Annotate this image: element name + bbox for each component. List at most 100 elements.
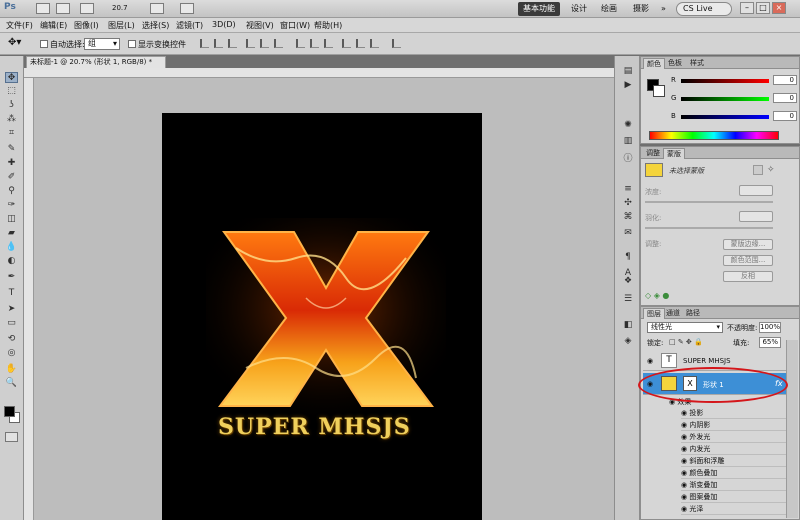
menu-edit[interactable]: 编辑(E)	[40, 20, 67, 31]
blue-value[interactable]: 0	[773, 111, 797, 121]
cs-live-button[interactable]: CS Live	[676, 2, 732, 16]
type-icon[interactable]: T	[5, 288, 18, 299]
tab-paths[interactable]: 路径	[683, 308, 703, 319]
quick-select-icon[interactable]: ⁂	[5, 114, 18, 125]
menu-select[interactable]: 选择(S)	[142, 20, 169, 31]
effect-color-overlay[interactable]: ◉ 颜色叠加	[681, 468, 787, 479]
foreground-color-swatch[interactable]	[4, 406, 15, 417]
menu-file[interactable]: 文件(F)	[6, 20, 33, 31]
mask-thumbnail[interactable]	[645, 163, 663, 177]
effect-drop-shadow[interactable]: ◉ 投影	[681, 408, 787, 419]
pixel-mask-icon[interactable]	[753, 165, 763, 175]
layer-comps-icon[interactable]: ◧	[622, 320, 634, 330]
effect-bevel-emboss[interactable]: ◉ 斜面和浮雕	[681, 456, 787, 467]
distribute-top-icon[interactable]	[296, 39, 305, 48]
paragraph-icon[interactable]: ¶	[622, 252, 634, 262]
distribute-left-icon[interactable]	[342, 39, 351, 48]
zoom-level[interactable]: 20.7	[112, 4, 128, 12]
lock-icons[interactable]: □ ✎ ✥ 🔒	[669, 338, 703, 346]
effect-outer-glow[interactable]: ◉ 外发光	[681, 432, 787, 443]
measurement-icon[interactable]: ◈	[622, 336, 634, 346]
maximize-button[interactable]: □	[756, 2, 770, 14]
history-brush-icon[interactable]: ✑	[5, 200, 18, 211]
move-tool-preset-icon[interactable]: ✥▾	[8, 37, 21, 48]
feather-field[interactable]	[739, 211, 773, 222]
effect-pattern-overlay[interactable]: ◉ 图案叠加	[681, 492, 787, 503]
menu-help[interactable]: 帮助(H)	[314, 20, 342, 31]
tab-adjustments[interactable]: 调整	[643, 148, 663, 159]
shape-icon[interactable]: ▭	[5, 318, 18, 329]
align-left-icon[interactable]	[246, 39, 255, 48]
healing-icon[interactable]: ✚	[5, 158, 18, 169]
blend-mode-dropdown[interactable]: 线性光 ▾	[647, 322, 723, 333]
auto-select-checkbox[interactable]	[40, 40, 48, 48]
auto-align-icon[interactable]	[392, 39, 401, 48]
density-slider[interactable]	[645, 201, 773, 203]
effect-inner-glow[interactable]: ◉ 内发光	[681, 444, 787, 455]
workspace-more[interactable]: »	[656, 2, 671, 16]
navigator-icon[interactable]: ✺	[622, 120, 634, 130]
notes-icon[interactable]: ✉	[622, 228, 634, 238]
show-transform-checkbox[interactable]	[128, 40, 136, 48]
density-field[interactable]	[739, 185, 773, 196]
blue-slider[interactable]	[681, 115, 769, 119]
tab-styles[interactable]: 样式	[687, 58, 707, 69]
effect-satin[interactable]: ◉ 光泽	[681, 504, 787, 515]
fill-field[interactable]: 65%	[759, 337, 781, 348]
effect-gradient-overlay[interactable]: ◉ 渐变叠加	[681, 480, 787, 491]
tab-layers[interactable]: 图层	[643, 308, 665, 319]
tab-color[interactable]: 颜色	[643, 58, 665, 69]
bridge-icon[interactable]	[36, 3, 50, 14]
vector-mask-icon[interactable]: ✧	[767, 165, 775, 175]
red-value[interactable]: 0	[773, 75, 797, 85]
document-tab[interactable]: 未标题-1 @ 20.7% (形状 1, RGB/8) *	[26, 56, 166, 68]
color-range-button[interactable]: 颜色范围...	[723, 255, 773, 266]
mask-edge-button[interactable]: 蒙版边缘...	[723, 239, 773, 250]
screen-mode-icon[interactable]	[180, 3, 194, 14]
brush-icon[interactable]: ✐	[5, 172, 18, 183]
3d-panel-icon[interactable]: ❖	[622, 276, 634, 286]
info-icon[interactable]: ⓘ	[622, 154, 634, 164]
green-value[interactable]: 0	[773, 93, 797, 103]
mask-footer-icons[interactable]: ◇ ◈ ●	[645, 291, 669, 300]
lasso-icon[interactable]: ʖ	[5, 100, 18, 111]
blur-icon[interactable]: 💧	[5, 242, 18, 253]
animation-icon[interactable]: ☰	[622, 294, 634, 304]
gradient-icon[interactable]: ▰	[5, 228, 18, 239]
opacity-field[interactable]: 100%	[759, 322, 781, 333]
actions-icon[interactable]: ▶	[622, 80, 634, 90]
move-icon[interactable]: ✥	[5, 72, 18, 83]
distribute-right-icon[interactable]	[370, 39, 379, 48]
tab-channels[interactable]: 通道	[663, 308, 683, 319]
brush-presets-icon[interactable]: ≡	[622, 184, 634, 194]
zoom-icon[interactable]: 🔍	[5, 378, 18, 389]
crop-icon[interactable]: ⌗	[5, 128, 18, 139]
menu-3d[interactable]: 3D(D)	[212, 20, 236, 29]
invert-button[interactable]: 反相	[723, 271, 773, 282]
close-button[interactable]: ×	[772, 2, 786, 14]
dodge-icon[interactable]: ◐	[5, 256, 18, 267]
histogram-icon[interactable]: ▥	[622, 136, 634, 146]
green-slider[interactable]	[681, 97, 769, 101]
minimize-button[interactable]: –	[740, 2, 754, 14]
auto-select-dropdown[interactable]: 组 ▾	[84, 38, 120, 50]
red-slider[interactable]	[681, 79, 769, 83]
path-select-icon[interactable]: ➤	[5, 304, 18, 315]
menu-image[interactable]: 图像(I)	[74, 20, 99, 31]
menu-view[interactable]: 视图(V)	[246, 20, 274, 31]
align-hcenter-icon[interactable]	[260, 39, 269, 48]
effect-inner-shadow[interactable]: ◉ 内阴影	[681, 420, 787, 431]
tab-masks[interactable]: 蒙版	[663, 148, 685, 159]
menu-window[interactable]: 窗口(W)	[280, 20, 310, 31]
hand-icon[interactable]: ✋	[5, 364, 18, 375]
view-extras-icon[interactable]	[80, 3, 94, 14]
workspace-essentials[interactable]: 基本功能	[518, 2, 560, 16]
workspace-design[interactable]: 设计	[566, 2, 592, 16]
pen-icon[interactable]: ✒	[5, 272, 18, 283]
clone-stamp-icon[interactable]: ⚲	[5, 186, 18, 197]
eyedropper-icon[interactable]: ✎	[5, 144, 18, 155]
clone-source-icon[interactable]: ✣	[622, 198, 634, 208]
workspace-photography[interactable]: 摄影	[628, 2, 654, 16]
3d-rotate-icon[interactable]: ⟲	[5, 334, 18, 345]
distribute-vcenter-icon[interactable]	[310, 39, 319, 48]
